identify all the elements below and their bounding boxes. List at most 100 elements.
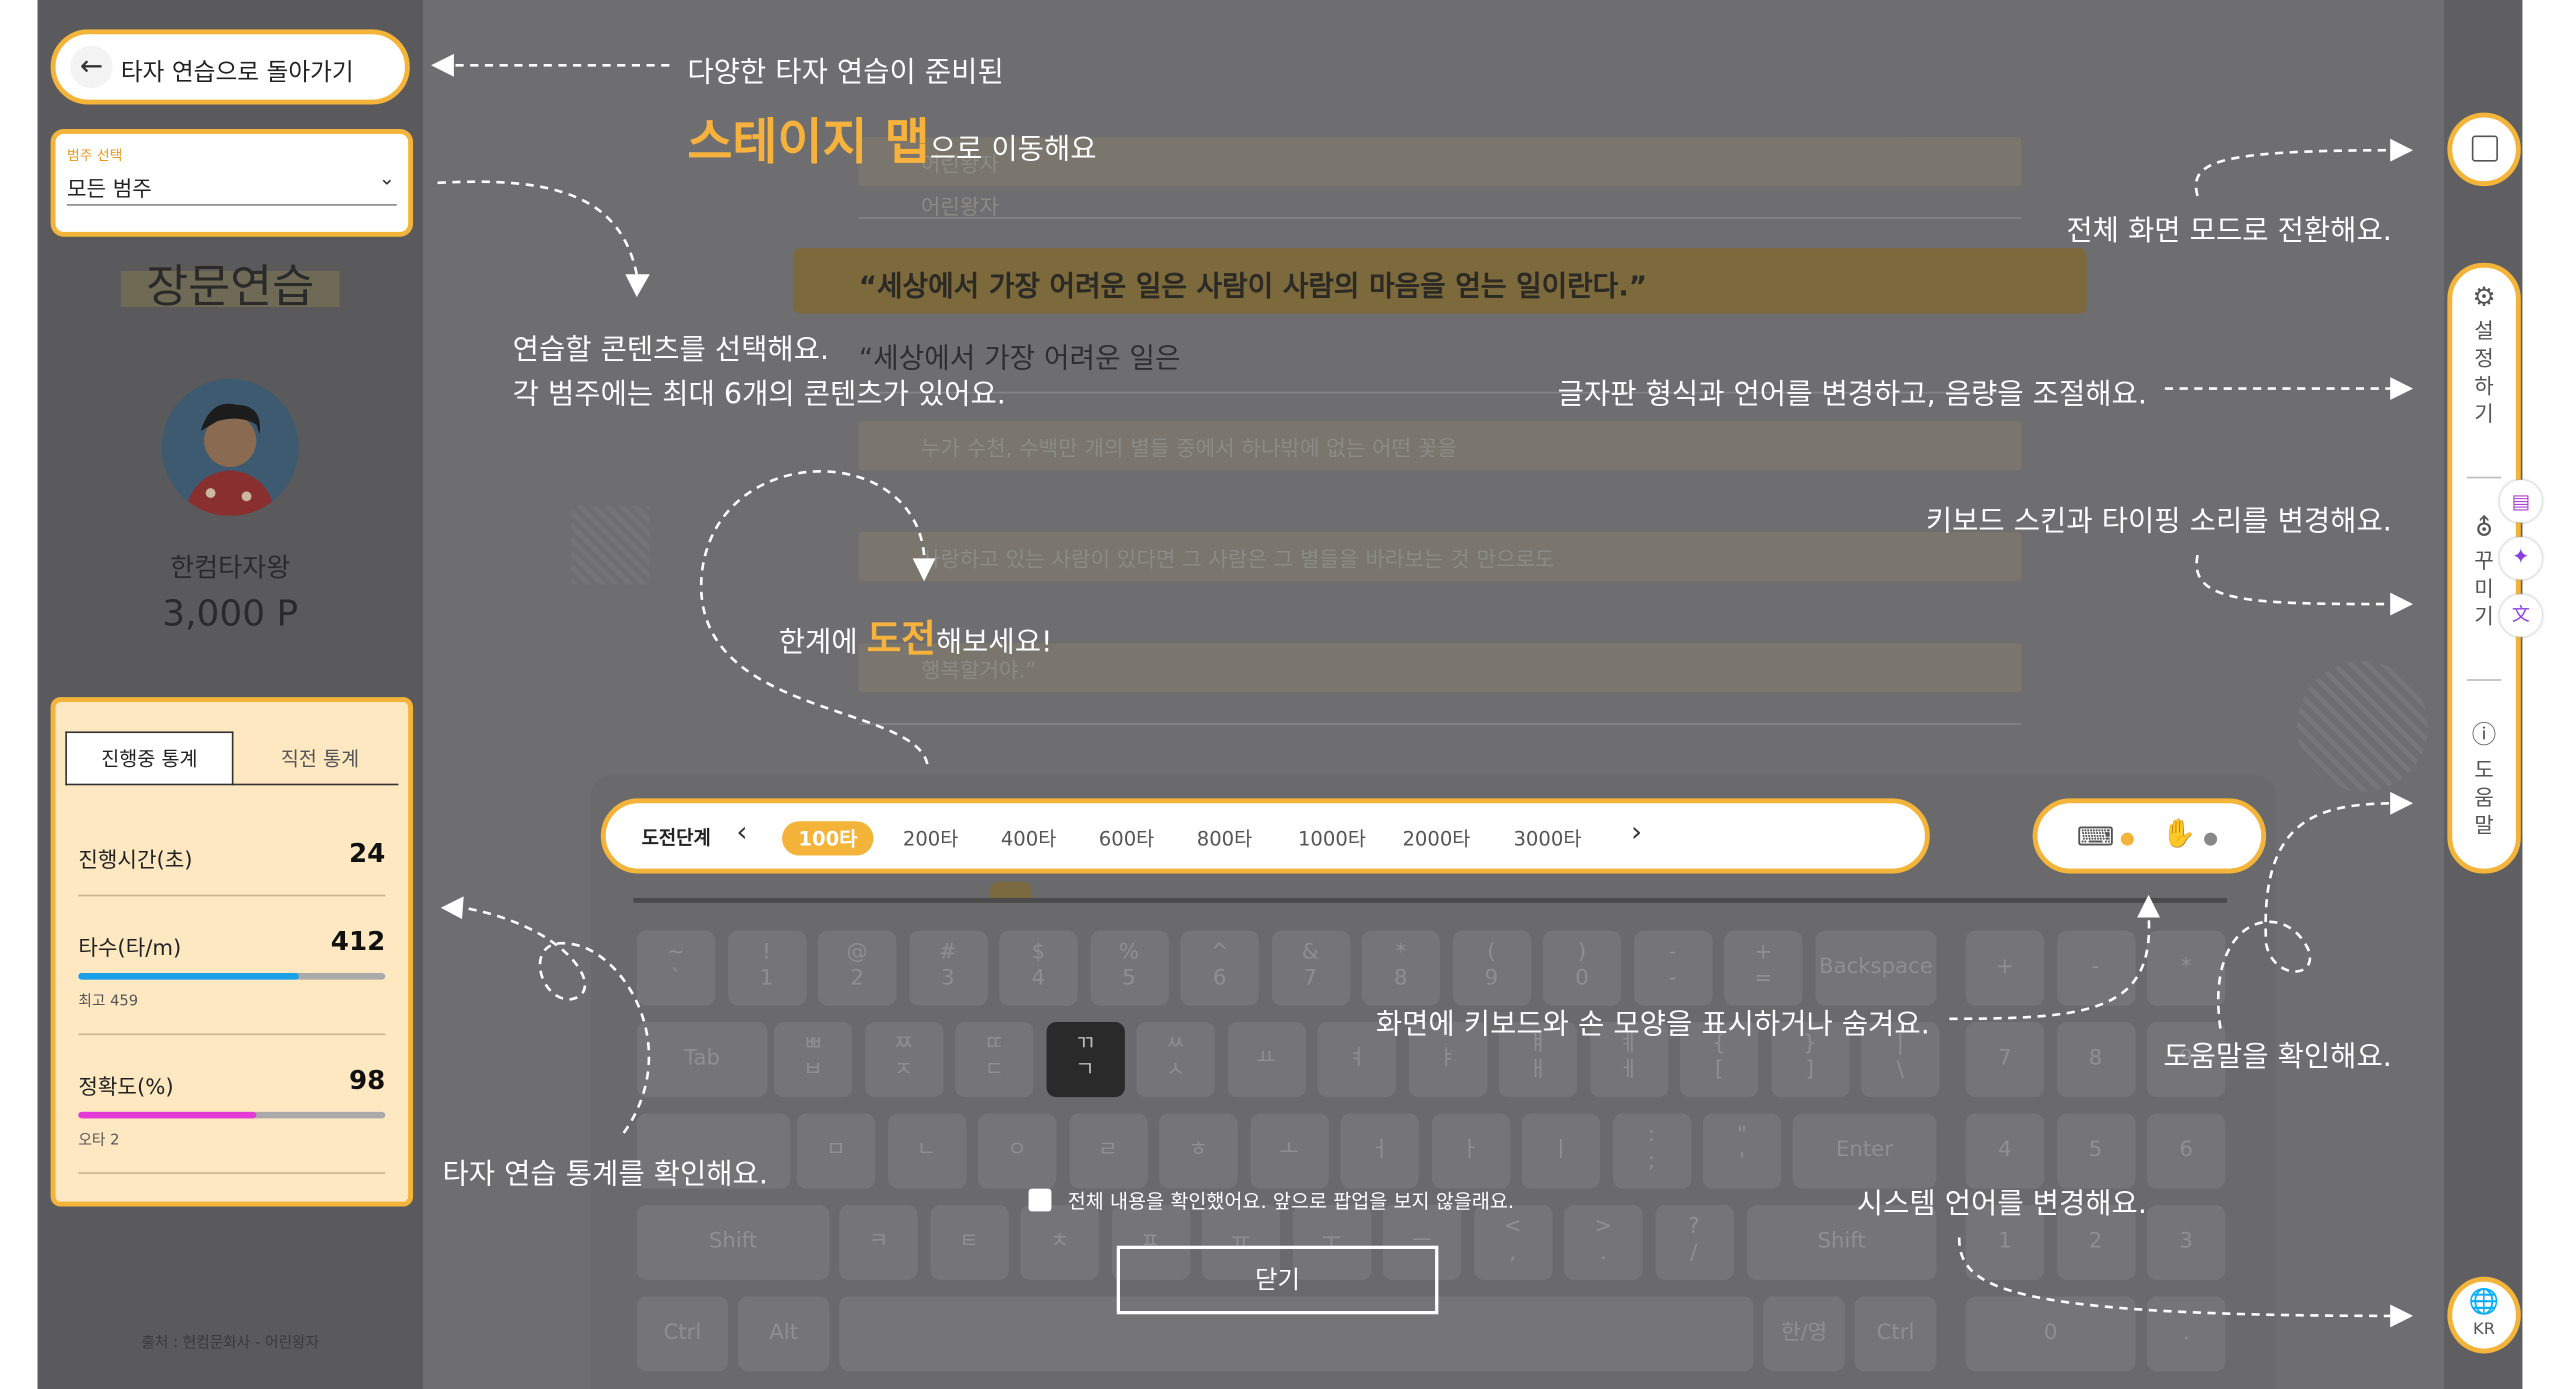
settings-label: 설정하기 (2452, 318, 2516, 429)
language-label: KR (2473, 1320, 2496, 1339)
points: 3,000 P (162, 594, 299, 636)
document-icon: ▤ (2511, 489, 2531, 513)
display-toggle: ⌨ ✋ (2032, 798, 2267, 874)
keyboard-icon[interactable]: ⌨ (2077, 821, 2115, 852)
note-challenge-emphasis: 도전 (866, 618, 936, 662)
numpad-key: . (2146, 1296, 2226, 1372)
settings-char: 하 (2474, 375, 2494, 400)
select-underline (66, 204, 397, 206)
level-item[interactable]: 1000타 (1282, 821, 1383, 855)
hand-icon[interactable]: ✋ (2162, 818, 2197, 851)
divider (858, 723, 2022, 725)
numpad-key: 6 (2146, 1113, 2226, 1189)
back-button-label: 타자 연습으로 돌아가기 (120, 60, 354, 87)
shift-key-left: Shift (636, 1204, 830, 1280)
keyboard-key: $ 4 (999, 930, 1078, 1006)
avatar-illustration (184, 403, 276, 516)
help-label: 도움말 (2452, 758, 2516, 841)
keyboard-key: - - (1633, 930, 1712, 1006)
quote-text: “세상에서 가장 어려운 일은 사람이 사람의 마음을 얻는 일이란다.” (858, 271, 1648, 304)
divider (78, 894, 386, 897)
speed-bar-track (78, 973, 386, 980)
dont-show-label: 전체 내용을 확인했어요. 앞으로 팝업을 보지 않을래요. (1067, 1190, 1515, 1214)
category-select[interactable]: 범주 선택 모든 범주 ⌄ (50, 128, 414, 237)
keyboard-key: ) 0 (1542, 930, 1622, 1006)
username: 한컴타자왕 (170, 551, 291, 583)
numpad-key: 0 (1965, 1296, 2136, 1372)
question-icon: ⓘ (2471, 719, 2497, 750)
progress-track (633, 897, 2227, 903)
dont-show-checkbox[interactable] (1028, 1188, 1052, 1212)
accuracy-typos: 오타 2 (78, 1133, 120, 1150)
arrow-left-icon: ← (70, 45, 113, 89)
stat-time-value: 24 (348, 837, 386, 869)
keyboard-key: ㅉ ㅈ (864, 1022, 943, 1098)
level-selector: 도전단계 ‹ 100타 200타 400타 600타 800타 1000타 2000타 300… (600, 798, 1930, 874)
tab-previous-stats[interactable]: 직전 통계 (235, 731, 405, 785)
fullscreen-icon (2471, 135, 2498, 162)
numpad-key: 8 (2056, 1022, 2135, 1098)
backspace-key: Backspace (1815, 930, 1937, 1006)
note-help: 도움말을 확인해요. (2163, 1041, 2392, 1075)
translate-float-button[interactable]: 文 (2499, 594, 2543, 637)
keyboard-key: ㅊ (1020, 1204, 1099, 1280)
note-float-button[interactable]: ▤ (2499, 479, 2543, 523)
level-item[interactable]: 3000타 (1497, 821, 1598, 855)
help-char: 움 (2474, 786, 2494, 812)
stat-accuracy-value: 98 (348, 1064, 386, 1096)
numpad-key: + (1965, 930, 2045, 1006)
speed-bar-fill (78, 973, 300, 980)
help-char: 말 (2474, 814, 2494, 840)
help-button[interactable]: ⓘ 도움말 (2452, 717, 2516, 841)
keyboard-key: ㅋ (839, 1204, 918, 1280)
keyboard-key: : ; (1612, 1113, 1691, 1189)
settings-button[interactable]: ⚙ 설정하기 (2452, 281, 2516, 430)
note-content-line2: 각 범주에는 최대 6개의 콘텐츠가 있어요. (512, 378, 1006, 412)
level-item[interactable]: 400타 (984, 821, 1072, 855)
close-button[interactable]: 닫기 (1116, 1245, 1439, 1315)
keyboard-key: ㅇ (977, 1113, 1057, 1189)
settings-char: 설 (2474, 319, 2494, 345)
note-stage-line2: 스테이지 맵으로 이동해요 (687, 101, 1096, 173)
note-stage-emphasis: 스테이지 맵 (687, 114, 930, 172)
level-item[interactable]: 800타 (1180, 821, 1268, 855)
chevron-left-icon[interactable]: ‹ (736, 816, 747, 849)
language-button[interactable]: 🌐 KR (2447, 1276, 2521, 1354)
chevron-right-icon[interactable]: › (1631, 816, 1642, 849)
numpad-key: 5 (2056, 1113, 2135, 1189)
keyboard-key: ㄹ (1068, 1113, 1147, 1189)
level-item[interactable]: 600타 (1082, 821, 1170, 855)
content-line-4: 사랑하고 있는 사람이 있다면 그 사람은 그 별들을 바라보는 것 만으로도 (920, 548, 1555, 574)
keyboard-key: > . (1564, 1204, 1643, 1280)
keyboard-key: ㅆ ㅅ (1136, 1022, 1215, 1098)
tab-underline (65, 783, 399, 786)
fullscreen-button[interactable] (2447, 112, 2521, 187)
chevron-down-icon: ⌄ (378, 166, 396, 190)
keyboard-key: ㅎ (1159, 1113, 1238, 1189)
level-item[interactable]: 2000타 (1386, 821, 1487, 855)
note-challenge: 한계에 도전해보세요! (779, 607, 1053, 663)
level-item[interactable]: 200타 (887, 821, 975, 855)
keyboard-key: ㅛ (1226, 1022, 1306, 1098)
translate-icon: 文 (2511, 604, 2530, 626)
keyboard-toggle-dot (2120, 832, 2134, 846)
hatched-deco (571, 506, 650, 585)
stat-accuracy: 정확도(%) 98 (78, 1064, 385, 1100)
ai-float-button[interactable]: ✦ (2499, 537, 2543, 580)
keyboard-key: ㅏ (1431, 1113, 1510, 1189)
speed-best: 최고 459 (78, 994, 139, 1011)
left-margin (0, 0, 38, 1389)
settings-char: 정 (2474, 347, 2494, 373)
accuracy-bar-track (78, 1111, 386, 1119)
keyboard-key: ! 1 (727, 930, 806, 1006)
accuracy-bar-fill (78, 1111, 257, 1119)
right-margin (2522, 0, 2560, 1389)
tab-current-stats[interactable]: 진행중 통계 (65, 731, 234, 786)
keyboard-key: " ' (1702, 1113, 1782, 1189)
ctrl-key-left: Ctrl (636, 1296, 729, 1372)
stat-time: 진행시간(초) 24 (78, 838, 385, 874)
keyboard-key: ~ ` (636, 930, 716, 1006)
level-item[interactable]: 100타 (782, 821, 874, 856)
back-button[interactable]: ← 타자 연습으로 돌아가기 (50, 29, 410, 105)
keyboard-key: ㅌ (929, 1204, 1009, 1280)
